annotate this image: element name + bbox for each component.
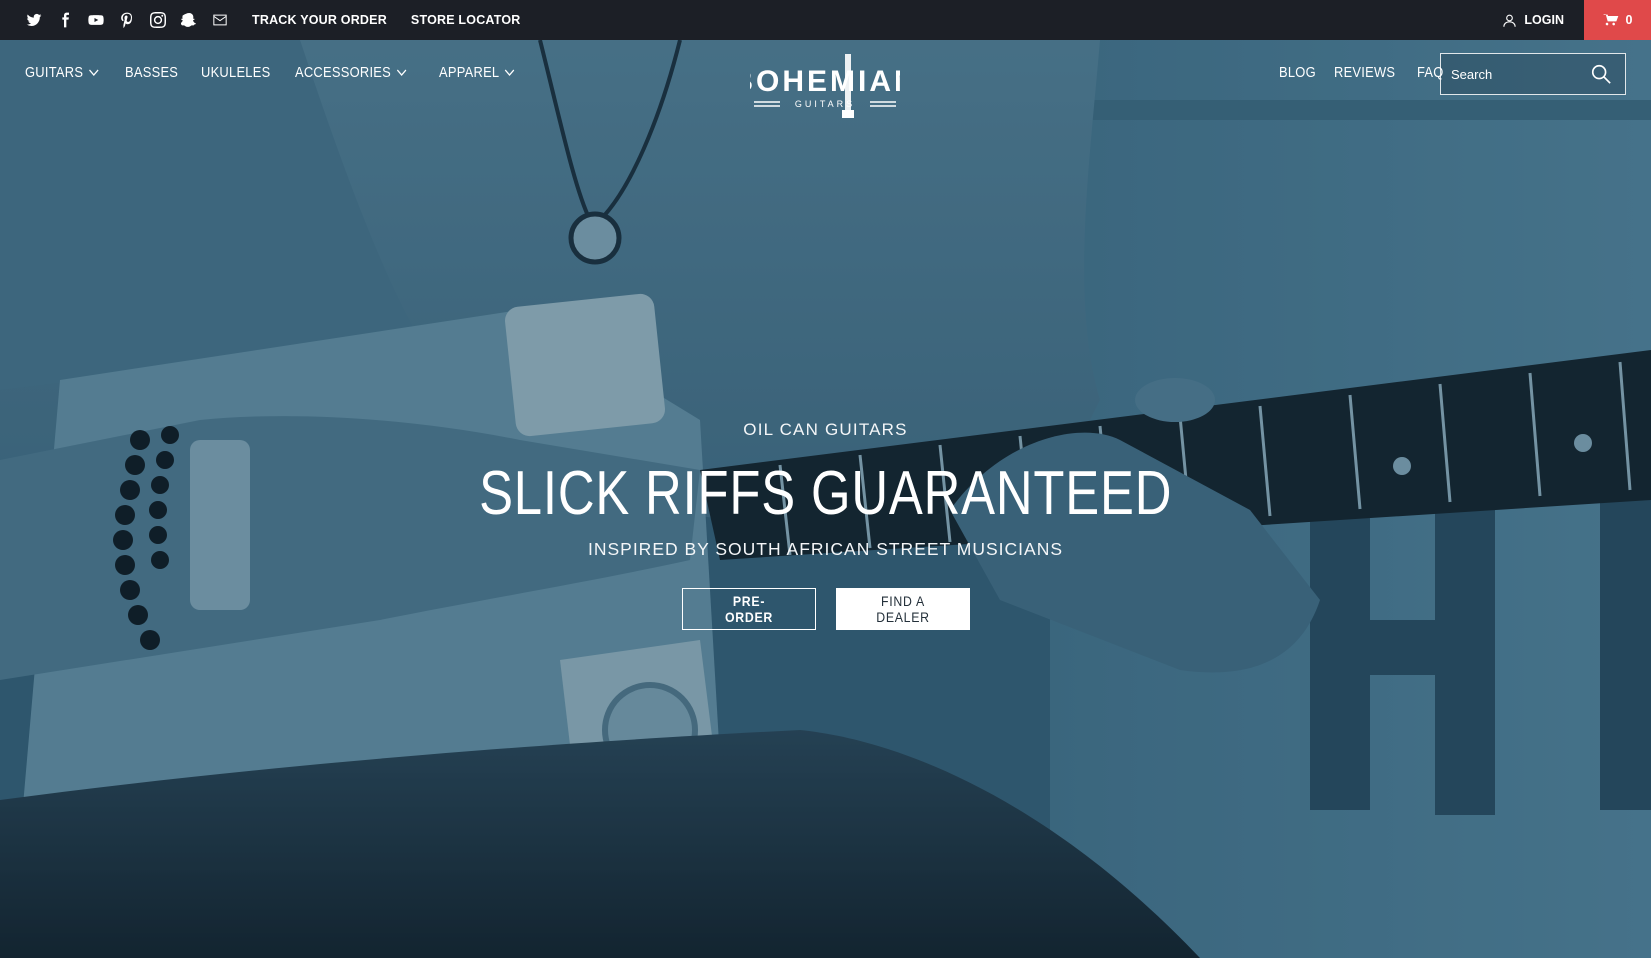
- nav-item-accessories[interactable]: ACCESSORIES: [295, 64, 407, 81]
- nav-item-apparel[interactable]: APPAREL: [439, 64, 515, 81]
- instagram-icon[interactable]: [149, 11, 167, 29]
- cart-icon: [1602, 14, 1618, 26]
- login-link[interactable]: LOGIN: [1502, 13, 1564, 28]
- nav-item-reviews[interactable]: REVIEWS: [1334, 64, 1395, 81]
- store-locator-link[interactable]: STORE LOCATOR: [411, 13, 521, 27]
- chevron-down-icon: [504, 69, 515, 76]
- hero-headline: SLICK RIFFS GUARANTEED: [478, 459, 1173, 528]
- chevron-down-icon: [396, 69, 407, 76]
- nav-item-basses[interactable]: BASSES: [125, 64, 178, 81]
- youtube-icon[interactable]: [87, 11, 105, 29]
- hero-content: OIL CAN GUITARS SLICK RIFFS GUARANTEED I…: [0, 420, 1651, 630]
- mail-icon[interactable]: [211, 11, 229, 29]
- cart-count: 0: [1625, 13, 1633, 27]
- nav-left: GUITARS BASSES UKULELES ACCESSORIES APPA…: [25, 64, 541, 81]
- facebook-icon[interactable]: [56, 11, 74, 29]
- top-utility-bar: TRACK YOUR ORDER STORE LOCATOR LOGIN 0: [0, 0, 1651, 40]
- hero-cta-group: PRE-ORDER FIND A DEALER: [0, 588, 1651, 630]
- nav-item-guitars[interactable]: GUITARS: [25, 64, 99, 81]
- main-navigation: GUITARS BASSES UKULELES ACCESSORIES APPA…: [0, 40, 1651, 110]
- twitter-icon[interactable]: [25, 11, 43, 29]
- find-dealer-button[interactable]: FIND A DEALER: [835, 588, 970, 630]
- nav-item-ukuleles[interactable]: UKULELES: [201, 64, 270, 81]
- pre-order-button[interactable]: PRE-ORDER: [681, 588, 816, 630]
- nav-item-faq[interactable]: FAQ: [1417, 64, 1444, 81]
- chevron-down-icon: [88, 69, 99, 76]
- hero-subline: INSPIRED BY SOUTH AFRICAN STREET MUSICIA…: [587, 539, 1064, 559]
- pinterest-icon[interactable]: [118, 11, 136, 29]
- user-icon: [1503, 14, 1517, 27]
- login-label: LOGIN: [1524, 13, 1564, 27]
- nav-item-blog[interactable]: BLOG: [1279, 64, 1316, 81]
- nav-right: BLOG REVIEWS FAQ: [1279, 64, 1460, 81]
- cart-button[interactable]: 0: [1584, 0, 1651, 40]
- track-order-link[interactable]: TRACK YOUR ORDER: [252, 13, 387, 27]
- social-links: [25, 11, 242, 29]
- hero-eyebrow: OIL CAN GUITARS: [743, 420, 908, 439]
- snapchat-icon[interactable]: [180, 11, 198, 29]
